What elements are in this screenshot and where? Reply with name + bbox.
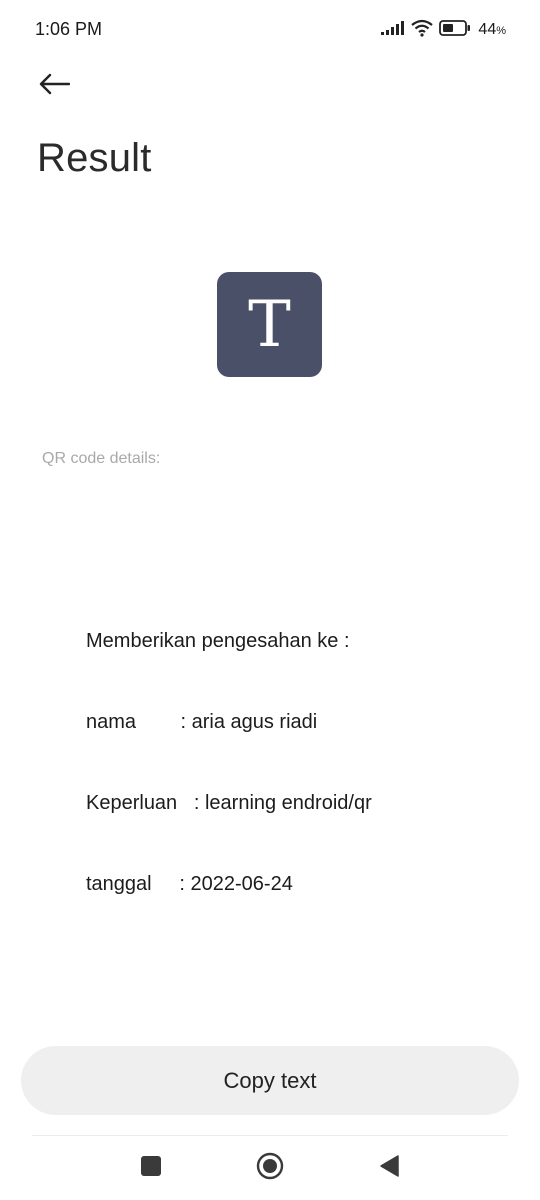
page-title: Result — [37, 136, 152, 180]
copy-text-button[interactable]: Copy text — [21, 1046, 519, 1115]
status-icons: 44% — [381, 19, 506, 42]
battery-percent-value: 44 — [478, 21, 497, 38]
status-bar: 1:06 PM 44% — [0, 0, 540, 60]
text-type-letter: T — [248, 287, 291, 362]
wifi-icon — [411, 19, 434, 42]
status-time: 1:06 PM — [35, 19, 103, 39]
qr-text-line: nama : aria agus riadi — [86, 711, 318, 733]
arrow-left-icon — [38, 73, 71, 100]
qr-text-line: tanggal : 2022-06-24 — [86, 873, 293, 895]
navigation-bar — [0, 1140, 540, 1200]
battery-percent-suffix: % — [496, 25, 506, 37]
circle-icon — [256, 1152, 284, 1185]
back-button[interactable] — [36, 70, 72, 102]
nav-divider — [32, 1135, 508, 1136]
square-icon — [140, 1155, 162, 1182]
system-back-button[interactable] — [374, 1153, 404, 1183]
battery-icon — [439, 19, 471, 41]
text-type-icon: T — [217, 272, 322, 377]
recents-button[interactable] — [136, 1153, 166, 1183]
qr-text-line: Memberikan pengesahan ke : — [86, 630, 350, 652]
details-label: QR code details: — [42, 450, 161, 467]
qr-text-content: Memberikan pengesahan ke : nama : aria a… — [86, 574, 372, 925]
triangle-back-icon — [378, 1154, 400, 1183]
home-button[interactable] — [255, 1152, 285, 1185]
signal-icon — [381, 20, 405, 40]
qr-text-line: Keperluan : learning endroid/qr — [86, 792, 372, 814]
battery-percent: 44% — [478, 21, 506, 39]
